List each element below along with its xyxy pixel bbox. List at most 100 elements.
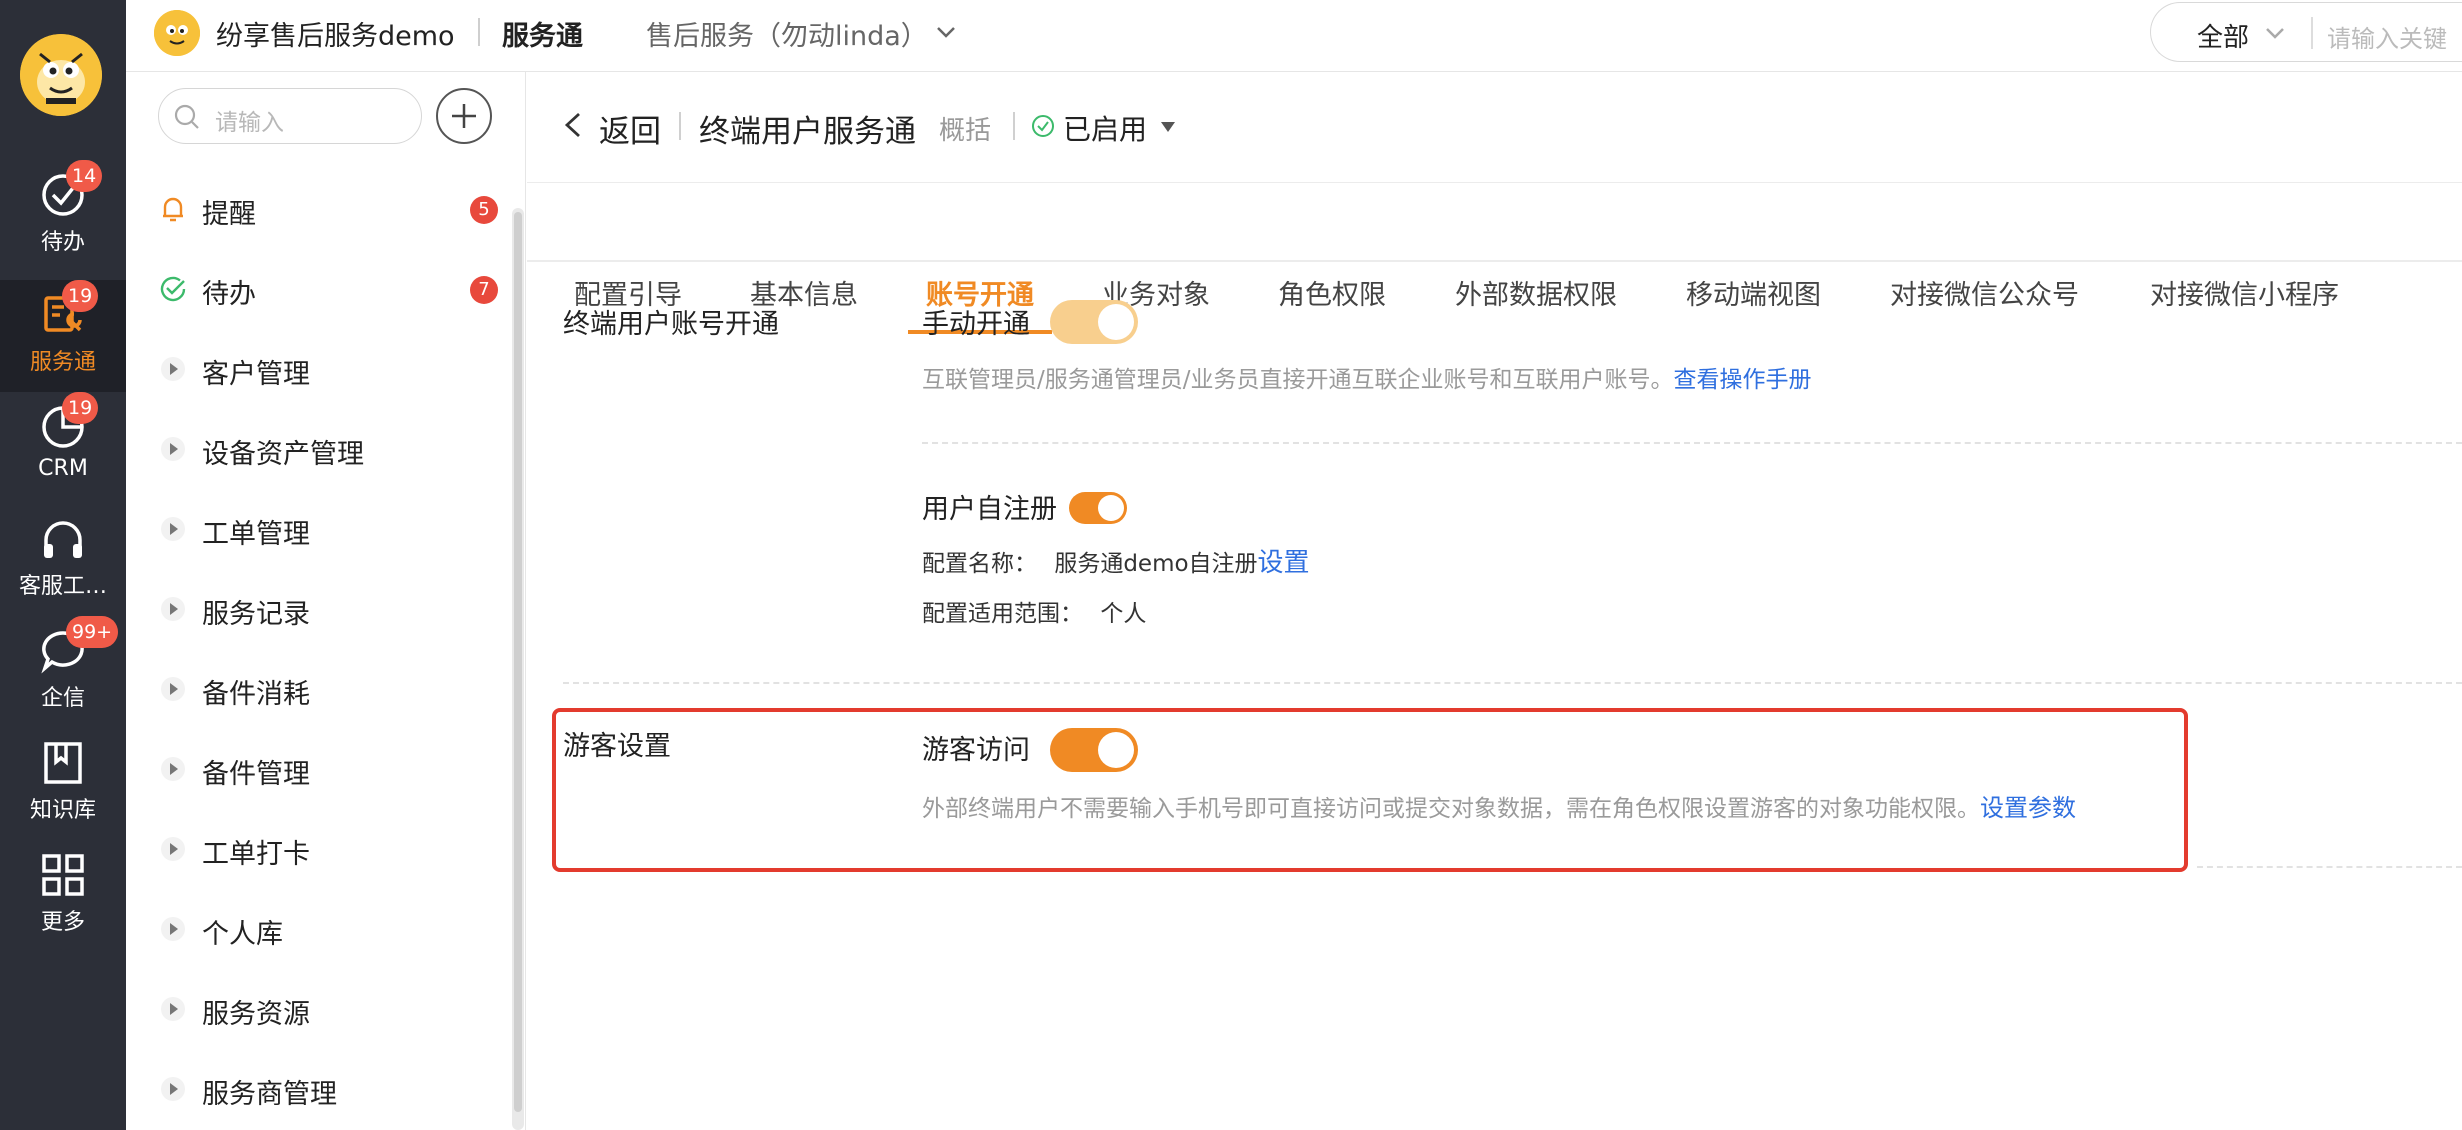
- caret-right-icon: [161, 757, 185, 781]
- nav-item-label: 设备资产管理: [202, 439, 364, 470]
- divider: [922, 442, 2462, 444]
- nav-item-reminder[interactable]: 提醒 5: [158, 176, 498, 236]
- page-header: 返回 终端用户服务通 概括 已启用: [527, 72, 2462, 182]
- rail-item-crm[interactable]: CRM 19: [0, 392, 126, 504]
- nav-item-checkin[interactable]: 工单打卡: [158, 816, 498, 876]
- app-logo[interactable]: [20, 34, 102, 116]
- tab-divider: [527, 260, 2462, 262]
- page-title: 终端用户服务通: [699, 114, 916, 150]
- caret-right-icon: [161, 357, 185, 381]
- rail-badge: 14: [66, 160, 103, 192]
- search-placeholder: 请输入: [215, 110, 284, 136]
- scope-selector[interactable]: 售后服务（勿动linda）: [646, 14, 928, 53]
- nav-item-label: 工单管理: [202, 519, 310, 550]
- caret-right-icon: [161, 597, 185, 621]
- count-badge: 5: [470, 196, 498, 224]
- count-badge: 7: [470, 276, 498, 304]
- rail-item-label: CRM: [38, 456, 88, 481]
- global-search[interactable]: 全部 请输入关键: [2150, 2, 2462, 62]
- nav-item-customer[interactable]: 客户管理: [158, 336, 498, 396]
- self-register-toggle[interactable]: [1069, 492, 1127, 524]
- search-scope-select[interactable]: 全部: [2197, 17, 2249, 54]
- tab-role-permissions[interactable]: 角色权限: [1278, 273, 1386, 312]
- config-scope-value: 个人: [1100, 601, 1147, 627]
- nav-item-parts-consumption[interactable]: 备件消耗: [158, 656, 498, 716]
- highlight-box: [552, 708, 2188, 872]
- headset-icon: [44, 521, 82, 558]
- desc-text: 互联管理员/服务通管理员/业务员直接开通互联企业账号和互联用户账号。: [922, 367, 1674, 393]
- rail-badge: 19: [62, 280, 99, 312]
- toggle-knob: [1098, 495, 1124, 521]
- nav-item-parts[interactable]: 备件管理: [158, 736, 498, 796]
- overview-link[interactable]: 概括: [939, 110, 991, 147]
- nav-item-label: 个人库: [202, 919, 283, 950]
- config-scope-label: 配置适用范围：: [922, 601, 1083, 627]
- rail-item-label: 更多: [40, 910, 85, 935]
- nav-item-workorder[interactable]: 工单管理: [158, 496, 498, 556]
- tab-mobile-view[interactable]: 移动端视图: [1686, 273, 1821, 312]
- rail-badge: 99+: [66, 616, 119, 648]
- rail-item-service[interactable]: 服务通 19: [0, 280, 126, 392]
- company-logo-icon: [154, 10, 200, 56]
- rail-item-label: 知识库: [29, 798, 96, 823]
- nav-item-resources[interactable]: 服务资源: [158, 976, 498, 1036]
- rail-item-todo[interactable]: 待办 14: [0, 160, 126, 272]
- nav-item-equipment[interactable]: 设备资产管理: [158, 416, 498, 476]
- rail-item-messaging[interactable]: 企信 99+: [0, 616, 126, 728]
- divider: [2311, 17, 2313, 49]
- config-scope-row: 配置适用范围： 个人: [922, 594, 1146, 628]
- caret-right-icon: [161, 917, 185, 941]
- caret-down-icon[interactable]: [1159, 120, 1177, 134]
- rail-item-label: 企信: [40, 686, 85, 711]
- nav-item-label: 服务资源: [202, 999, 310, 1030]
- nav-item-label: 工单打卡: [202, 839, 310, 870]
- scrollbar-thumb[interactable]: [514, 212, 522, 1112]
- divider: [563, 682, 2462, 684]
- add-button[interactable]: [436, 88, 492, 144]
- nav-item-label: 客户管理: [202, 359, 310, 390]
- search-input[interactable]: 请输入关键: [2327, 19, 2462, 54]
- chevron-left-icon[interactable]: [561, 110, 585, 140]
- caret-right-icon: [161, 1077, 185, 1101]
- nav-item-label: 服务商管理: [202, 1079, 337, 1110]
- manual-activation-desc: 互联管理员/服务通管理员/业务员直接开通互联企业账号和互联用户账号。查看操作手册: [922, 360, 1812, 394]
- nav-item-label: 待办: [202, 279, 256, 310]
- manual-activation-toggle[interactable]: [1050, 300, 1138, 344]
- tab-wechat-official-account[interactable]: 对接微信公众号: [1890, 273, 2079, 312]
- rail-badge: 19: [62, 392, 99, 424]
- top-bar: 纷享售后服务demo 服务通 售后服务（勿动linda） 全部 请输入关键: [126, 0, 2462, 72]
- nav-item-service-record[interactable]: 服务记录: [158, 576, 498, 636]
- caret-right-icon: [161, 837, 185, 861]
- caret-right-icon: [161, 517, 185, 541]
- caret-right-icon: [161, 997, 185, 1021]
- plus-icon: [452, 104, 476, 128]
- chevron-down-icon[interactable]: [934, 20, 958, 44]
- nav-item-personal[interactable]: 个人库: [158, 896, 498, 956]
- rail-item-customer-service[interactable]: 客服工…: [0, 504, 126, 616]
- divider: [1013, 112, 1015, 140]
- search-icon: [174, 104, 199, 129]
- divider: [478, 18, 480, 46]
- nav-item-label: 备件管理: [202, 759, 310, 790]
- tab-external-data-permissions[interactable]: 外部数据权限: [1455, 273, 1617, 312]
- chevron-down-icon[interactable]: [2263, 21, 2287, 45]
- secondary-nav: 请输入 提醒 5 待办 7 客户管理 设备资产管理 工单管理 服务记录 备件消耗…: [126, 72, 526, 1130]
- status-dropdown[interactable]: 已启用: [1063, 108, 1147, 148]
- grid-icon: [42, 854, 84, 896]
- config-name-value: 服务通demo自注册: [1054, 551, 1258, 577]
- caret-right-icon: [161, 437, 185, 461]
- app-name: 服务通: [502, 21, 583, 52]
- company-name[interactable]: 纷享售后服务demo: [216, 14, 455, 53]
- nav-item-label: 备件消耗: [202, 679, 310, 710]
- rail-item-more[interactable]: 更多: [0, 840, 126, 952]
- rail-item-knowledge[interactable]: 知识库: [0, 728, 126, 840]
- self-register-title: 用户自注册: [922, 494, 1057, 525]
- nav-item-providers[interactable]: 服务商管理: [158, 1056, 498, 1116]
- nav-item-todo[interactable]: 待办 7: [158, 256, 498, 316]
- back-button[interactable]: 返回: [599, 106, 661, 151]
- nav-search-input[interactable]: 请输入: [158, 88, 422, 144]
- caret-right-icon: [161, 677, 185, 701]
- tab-wechat-mini-program[interactable]: 对接微信小程序: [2150, 273, 2339, 312]
- config-settings-link[interactable]: 设置: [1258, 548, 1310, 578]
- manual-link[interactable]: 查看操作手册: [1674, 367, 1812, 393]
